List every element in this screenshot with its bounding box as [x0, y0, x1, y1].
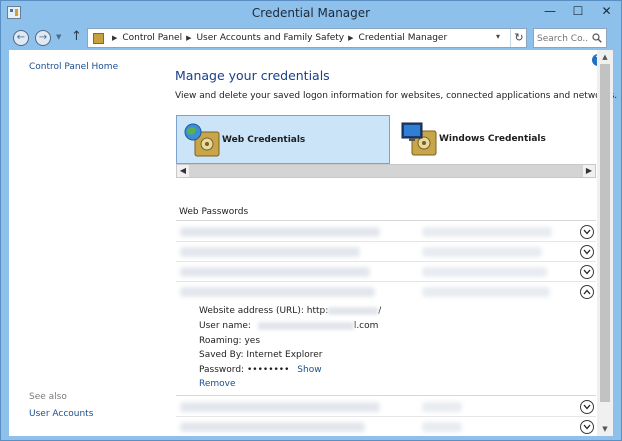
roaming-label: Roaming: — [199, 336, 242, 346]
navigation-bar: ← → ▼ ↑ ▶ Control Panel ▶ User Accounts and… — [1, 27, 621, 49]
saved-by-value: Internet Explorer — [246, 350, 323, 360]
collapse-chevron-icon[interactable] — [580, 285, 594, 299]
expand-chevron-icon[interactable] — [580, 225, 594, 239]
breadcrumb-chevron-icon[interactable]: ▶ — [348, 34, 353, 42]
search-icon[interactable] — [592, 33, 602, 43]
expand-chevron-icon[interactable] — [580, 420, 594, 434]
up-button[interactable]: ↑ — [71, 29, 82, 44]
address-bar[interactable]: ▶ Control Panel ▶ User Accounts and Family … — [87, 28, 527, 48]
redacted-text — [180, 422, 365, 432]
breadcrumb-credential-manager[interactable]: Credential Manager — [359, 33, 448, 43]
scroll-left-icon[interactable]: ◀ — [177, 165, 189, 177]
redacted-text — [422, 402, 462, 412]
search-box[interactable] — [533, 28, 607, 48]
credential-manager-window: Credential Manager — ☐ ✕ ← → ▼ ↑ ▶ Contro… — [0, 0, 622, 441]
credential-row[interactable] — [176, 242, 596, 262]
redacted-text — [328, 306, 379, 315]
forward-button[interactable]: → — [35, 30, 51, 46]
close-button[interactable]: ✕ — [592, 1, 621, 21]
saved-by-label: Saved By: — [199, 350, 244, 360]
windows-credentials-vault-icon — [401, 122, 437, 156]
detail-url: Website address (URL): http: / — [199, 306, 381, 316]
refresh-icon[interactable]: ↻ — [510, 29, 527, 47]
scroll-up-icon[interactable]: ▲ — [597, 50, 613, 64]
scroll-right-icon[interactable]: ▶ — [583, 165, 595, 177]
window-title: Credential Manager — [251, 6, 371, 20]
divider — [176, 220, 596, 221]
scroll-thumb[interactable] — [600, 64, 610, 402]
roaming-value: yes — [244, 336, 261, 346]
breadcrumb: ▶ Control Panel ▶ User Accounts and Family … — [108, 33, 447, 43]
user-accounts-link[interactable]: User Accounts — [29, 409, 93, 419]
maximize-button[interactable]: ☐ — [564, 1, 592, 21]
username-label: User name: — [199, 321, 251, 331]
address-dropdown-icon[interactable]: ▾ — [496, 32, 500, 41]
credential-row[interactable] — [176, 417, 596, 437]
search-input[interactable] — [537, 32, 589, 45]
windows-credentials-label: Windows Credentials — [439, 134, 546, 144]
see-also-heading: See also — [29, 392, 67, 402]
web-credentials-label: Web Credentials — [222, 135, 306, 145]
divider — [176, 395, 596, 396]
password-mask: •••••••• — [246, 365, 290, 375]
redacted-text — [180, 402, 380, 412]
redacted-text — [257, 321, 354, 330]
breadcrumb-control-panel[interactable]: Control Panel — [122, 33, 182, 43]
expand-chevron-icon[interactable] — [580, 265, 594, 279]
redacted-text — [180, 287, 375, 297]
credential-row[interactable] — [176, 262, 596, 282]
minimize-button[interactable]: — — [536, 1, 564, 21]
detail-password: Password: •••••••• Show — [199, 365, 322, 375]
url-value-suffix: / — [378, 306, 382, 316]
breadcrumb-chevron-icon[interactable]: ▶ — [186, 34, 191, 42]
redacted-text — [180, 227, 380, 237]
title-bar: Credential Manager — ☐ ✕ — [1, 1, 621, 27]
page-description: View and delete your saved logon informa… — [175, 91, 618, 101]
tab-web-credentials[interactable]: Web Credentials — [176, 115, 390, 164]
control-panel-home-link[interactable]: Control Panel Home — [29, 62, 118, 72]
web-passwords-heading: Web Passwords — [179, 207, 249, 217]
expand-chevron-icon[interactable] — [580, 245, 594, 259]
web-credentials-vault-icon — [184, 123, 220, 157]
recent-locations-dropdown[interactable]: ▼ — [56, 33, 61, 41]
detail-roaming: Roaming: yes — [199, 336, 260, 346]
redacted-text — [180, 247, 360, 257]
remove-credential-link[interactable]: Remove — [199, 379, 236, 389]
folder-icon — [93, 33, 104, 44]
credential-row[interactable] — [176, 222, 596, 242]
username-value-suffix: l.com — [353, 321, 379, 331]
detail-saved-by: Saved By: Internet Explorer — [199, 350, 323, 360]
scroll-down-icon[interactable]: ▼ — [597, 422, 613, 436]
redacted-text — [422, 267, 547, 277]
credential-row[interactable] — [176, 397, 596, 417]
content-area: Control Panel Home See also User Account… — [9, 50, 617, 437]
horizontal-scrollbar[interactable]: ◀ ▶ — [176, 164, 596, 178]
page-title: Manage your credentials — [175, 68, 330, 83]
expand-chevron-icon[interactable] — [580, 400, 594, 414]
password-label: Password: — [199, 365, 245, 375]
url-label: Website address (URL): — [199, 306, 304, 316]
detail-username: User name: l.com — [199, 321, 378, 331]
url-value: http: — [306, 306, 329, 316]
breadcrumb-chevron-icon[interactable]: ▶ — [112, 34, 117, 42]
redacted-text — [422, 247, 542, 257]
tab-windows-credentials[interactable]: Windows Credentials — [394, 115, 608, 164]
vertical-scrollbar[interactable]: ▲ ▼ — [597, 50, 613, 436]
credential-row-expanded[interactable] — [176, 282, 596, 302]
back-button[interactable]: ← — [13, 30, 29, 46]
redacted-text — [422, 227, 552, 237]
show-password-link[interactable]: Show — [297, 365, 321, 375]
redacted-text — [180, 267, 370, 277]
sidebar: Control Panel Home See also User Account… — [9, 50, 159, 436]
redacted-text — [422, 287, 550, 297]
redacted-text — [422, 422, 462, 432]
breadcrumb-user-accounts[interactable]: User Accounts and Family Safety — [196, 33, 344, 43]
